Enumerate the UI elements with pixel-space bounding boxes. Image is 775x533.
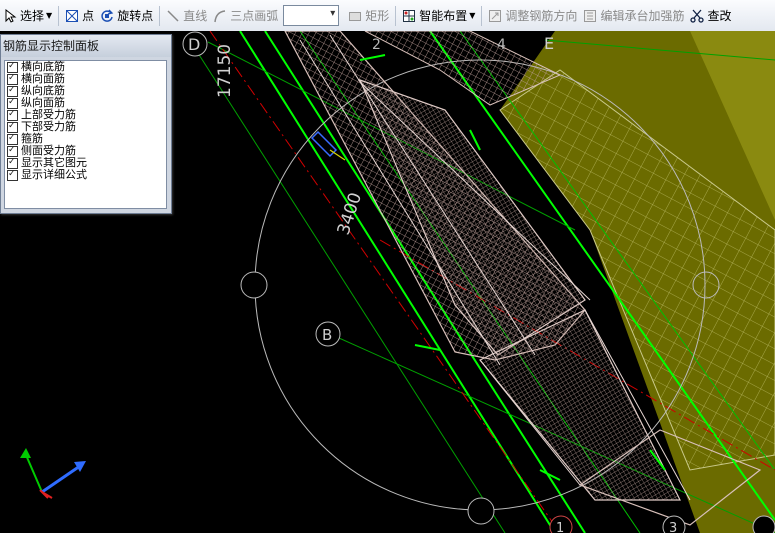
axis-bubble-e: E <box>544 34 554 53</box>
toolbar-separator <box>58 5 60 26</box>
line-label: 直线 <box>183 9 208 23</box>
axis-bubble-3: 3 <box>662 515 686 533</box>
cursor-icon <box>3 8 17 23</box>
option-show-formula[interactable]: 显示详细公式 <box>5 168 166 181</box>
toolbar-separator <box>159 5 161 26</box>
axis-bubble-d: D <box>182 31 208 57</box>
edit-cap-label: 编辑承台加强筋 <box>600 9 685 23</box>
query-cut-label: 查改 <box>707 9 732 23</box>
axis-bubble-1: 1 <box>549 515 573 533</box>
point-button[interactable]: 点 <box>62 4 97 28</box>
axis-label-2: 2 <box>372 37 381 53</box>
rectangle-icon <box>348 9 362 23</box>
point-label: 点 <box>82 9 95 23</box>
smart-layout-label: 智能布置 <box>419 9 468 23</box>
axis-label-b: B <box>322 326 332 344</box>
dimension-17150: 17150 <box>215 44 235 98</box>
rebar-display-panel: 钢筋显示控制面板 横向底筋 横向面筋 纵向底筋 纵向面筋 上部受力筋 下部受力筋… <box>0 34 172 214</box>
arc-icon <box>213 9 227 23</box>
point-icon <box>65 9 79 23</box>
axis-bubble-empty <box>467 497 495 525</box>
edit-cap-rebar-button[interactable]: 编辑承台加强筋 <box>580 4 687 28</box>
select-label: 选择 <box>20 9 45 23</box>
rect-label: 矩形 <box>365 9 390 23</box>
axis-label-3: 3 <box>669 521 677 533</box>
axis-label-e: E <box>544 34 554 53</box>
checkbox[interactable] <box>7 168 18 181</box>
edit-cap-icon <box>583 9 597 23</box>
adjust-direction-label: 调整钢筋方向 <box>505 9 578 23</box>
rect-button[interactable]: 矩形 <box>345 4 392 28</box>
axis-bubble-b: B <box>315 321 341 347</box>
axis-bubble-4: 4 <box>497 37 506 53</box>
chevron-down-icon: ▼ <box>46 11 53 20</box>
axis-bubble-partial <box>752 515 775 533</box>
arc-label: 三点画弧 <box>230 9 279 23</box>
rotate-point-label: 旋转点 <box>117 9 154 23</box>
rotate-point-icon <box>100 9 114 23</box>
arc-mode-select[interactable] <box>283 5 340 26</box>
adjust-direction-button[interactable]: 调整钢筋方向 <box>485 4 580 28</box>
scissors-icon <box>690 9 705 23</box>
smart-layout-icon <box>402 9 416 23</box>
axis-label-1: 1 <box>556 521 564 533</box>
smart-layout-button[interactable]: 智能布置 ▼ <box>399 4 478 28</box>
rotate-point-button[interactable]: 旋转点 <box>97 4 156 28</box>
toolbar-separator <box>395 5 397 26</box>
chevron-down-icon: ▼ <box>469 11 476 20</box>
axis-label-4: 4 <box>497 37 506 53</box>
toolbar-separator <box>481 5 483 26</box>
arc-button[interactable]: 三点画弧 <box>210 4 281 28</box>
panel-option-list: 横向底筋 横向面筋 纵向底筋 纵向面筋 上部受力筋 下部受力筋 箍筋 侧面受力筋… <box>4 60 167 209</box>
line-icon <box>166 9 180 23</box>
select-button[interactable]: 选择 ▼ <box>0 4 55 28</box>
toolbar: 选择 ▼ 点 旋转点 直线 三点画弧 矩形 <box>0 0 775 32</box>
query-cut-button[interactable]: 查改 <box>687 4 734 28</box>
adjust-direction-icon <box>488 9 502 23</box>
axis-bubble-empty <box>240 271 268 299</box>
panel-title: 钢筋显示控制面板 <box>1 35 171 57</box>
line-button[interactable]: 直线 <box>163 4 210 28</box>
axis-bubble-2: 2 <box>372 37 381 53</box>
option-label: 显示详细公式 <box>21 168 87 181</box>
axis-label-d: D <box>188 35 200 54</box>
